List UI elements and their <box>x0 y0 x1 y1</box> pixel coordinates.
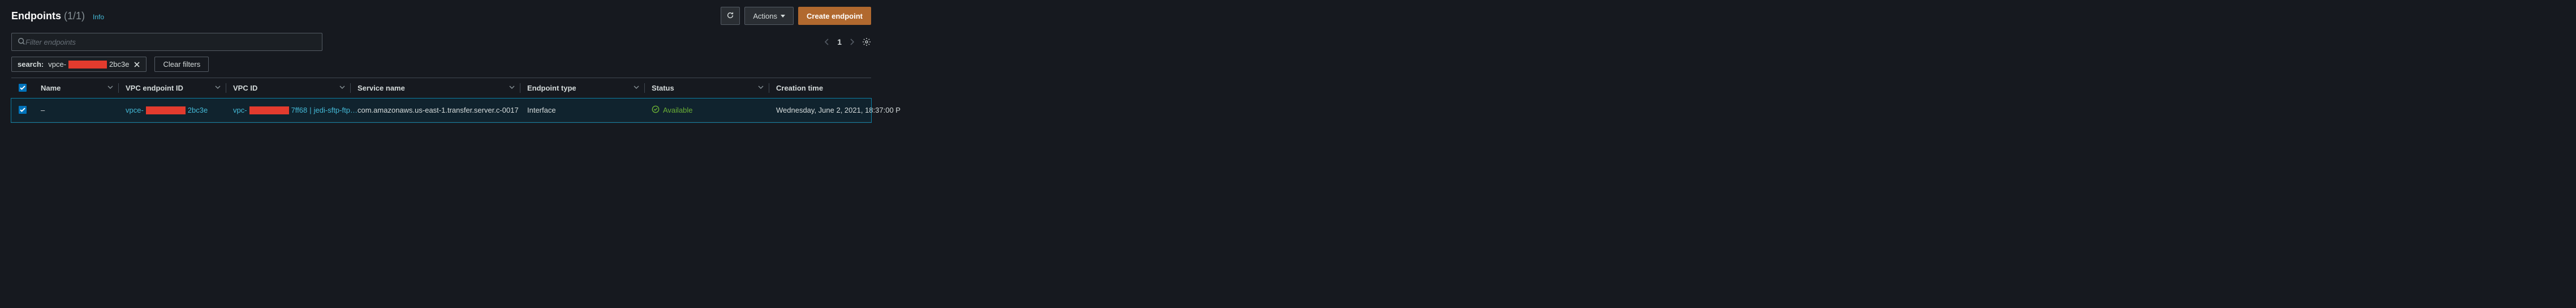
col-name[interactable]: Name <box>34 78 119 99</box>
sort-icon <box>634 85 639 91</box>
search-input[interactable] <box>25 38 316 46</box>
sort-icon <box>107 85 113 91</box>
cell-status: Available <box>645 99 769 122</box>
cell-name: – <box>34 99 119 122</box>
col-endpoint-id[interactable]: VPC endpoint ID <box>119 78 226 99</box>
col-type[interactable]: Endpoint type <box>520 78 645 99</box>
vpc-id-link[interactable]: vpc-7ff68 | jedi-sftp-ftp… <box>233 106 357 114</box>
select-all-checkbox[interactable] <box>19 84 27 92</box>
cell-vpc-id: vpc-7ff68 | jedi-sftp-ftp… <box>226 99 351 122</box>
filter-chip: search: vpce-2bc3e <box>11 57 147 72</box>
title-count: (1/1) <box>64 10 85 22</box>
search-icon <box>18 37 25 47</box>
sort-icon <box>758 85 764 91</box>
chip-remove-button[interactable] <box>133 61 140 68</box>
chip-key: search: <box>18 60 44 69</box>
check-circle-icon <box>652 105 660 115</box>
cell-endpoint-id: vpce-2bc3e <box>119 99 226 122</box>
col-vpc-id[interactable]: VPC ID <box>226 78 351 99</box>
page-next-button[interactable] <box>850 38 854 45</box>
search-input-wrap[interactable] <box>11 33 322 51</box>
sort-icon <box>509 85 515 91</box>
status-text: Available <box>663 106 693 114</box>
actions-button[interactable]: Actions <box>744 7 794 25</box>
header: Endpoints (1/1) Info Actions Create endp… <box>11 7 871 25</box>
settings-button[interactable] <box>862 37 871 46</box>
actions-label: Actions <box>753 12 777 20</box>
title-text: Endpoints <box>11 10 61 22</box>
col-created[interactable]: Creation time <box>769 78 871 99</box>
col-service[interactable]: Service name <box>351 78 520 99</box>
page-title: Endpoints (1/1) <box>11 10 85 22</box>
chip-value: vpce-2bc3e <box>48 60 129 69</box>
refresh-icon <box>726 11 734 21</box>
pager: 1 <box>825 37 871 46</box>
redacted-block <box>146 106 186 114</box>
info-link[interactable]: Info <box>93 13 104 21</box>
page-prev-button[interactable] <box>825 38 829 45</box>
page-number: 1 <box>837 37 842 46</box>
clear-filters-button[interactable]: Clear filters <box>154 57 209 72</box>
redacted-block <box>68 61 107 69</box>
table-row[interactable]: – vpce-2bc3e vpc-7ff68 | jedi-sftp-ftp… … <box>11 99 871 122</box>
chevron-down-icon <box>781 15 785 18</box>
cell-created: Wednesday, June 2, 2021, 18:37:00 P <box>769 99 871 122</box>
col-status[interactable]: Status <box>645 78 769 99</box>
refresh-button[interactable] <box>721 7 740 25</box>
sort-icon <box>215 85 221 91</box>
sort-icon <box>339 85 345 91</box>
row-checkbox[interactable] <box>19 106 27 114</box>
endpoints-table: Name VPC endpoint ID VPC ID Service name… <box>11 78 871 122</box>
redacted-block <box>249 106 289 114</box>
table-header-row: Name VPC endpoint ID VPC ID Service name… <box>11 78 871 99</box>
cell-type: Interface <box>520 99 645 122</box>
cell-service: com.amazonaws.us-east-1.transfer.server.… <box>351 99 520 122</box>
endpoint-id-link[interactable]: vpce-2bc3e <box>126 106 208 114</box>
create-endpoint-button[interactable]: Create endpoint <box>798 7 871 25</box>
